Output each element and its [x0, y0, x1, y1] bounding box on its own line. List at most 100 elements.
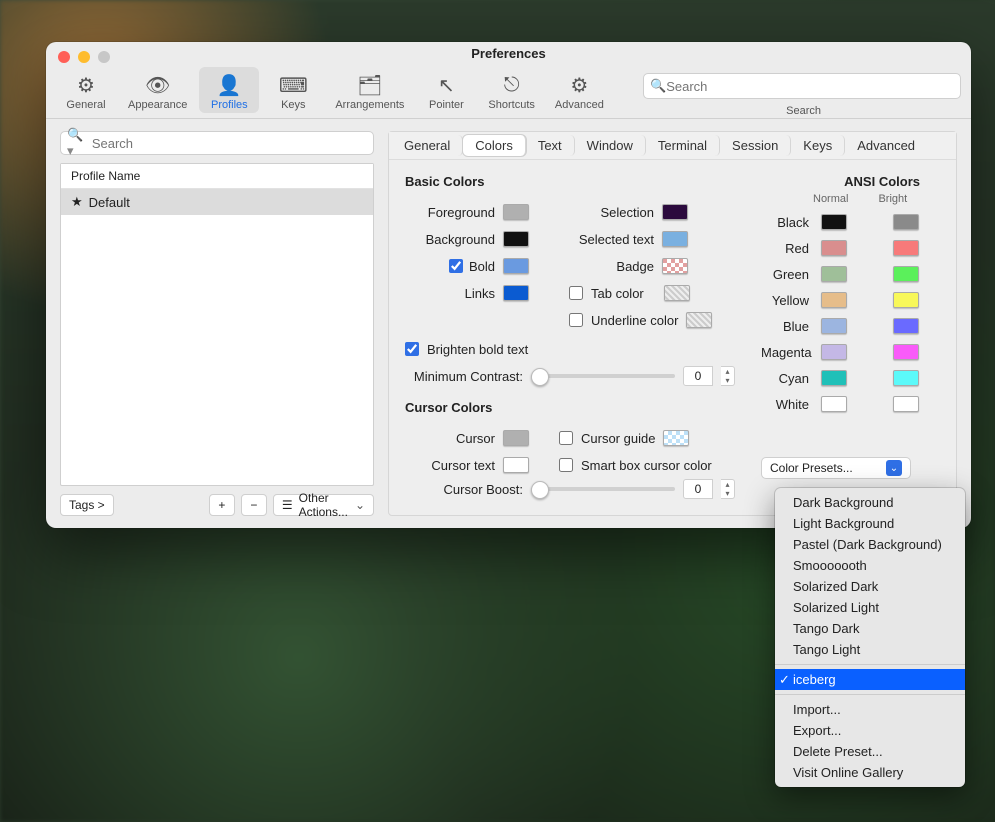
titlebar: Preferences [46, 42, 971, 65]
profile-tabs: General Colors Text Window Terminal Sess… [389, 132, 956, 160]
color-presets-menu: Dark BackgroundLight BackgroundPastel (D… [775, 488, 965, 787]
basic-colors-title: Basic Colors [405, 174, 735, 189]
preset-solarized-light[interactable]: Solarized Light [775, 597, 965, 618]
tab-window[interactable]: Window [575, 135, 646, 156]
cursor-boost-value[interactable]: 0 [683, 479, 713, 499]
profile-search[interactable]: 🔍▾ [60, 131, 374, 155]
window-title: Preferences [471, 46, 545, 61]
ansi-black-bright[interactable] [893, 214, 919, 230]
preset-iceberg[interactable]: iceberg [775, 669, 965, 690]
toolbar-profiles[interactable]: 👤Profiles [199, 67, 259, 113]
profile-list-header: Profile Name [61, 164, 373, 189]
ansi-white-normal[interactable] [821, 396, 847, 412]
toolbar-search-input[interactable] [666, 79, 954, 94]
keyboard-icon: ⌨ [279, 73, 308, 97]
ansi-blue-normal[interactable] [821, 318, 847, 334]
tab-session[interactable]: Session [720, 135, 791, 156]
zoom-icon[interactable] [98, 51, 110, 63]
chevron-down-icon: ⌄ [886, 460, 902, 476]
ansi-white-bright[interactable] [893, 396, 919, 412]
min-contrast-slider[interactable] [531, 374, 675, 378]
ansi-red-normal[interactable] [821, 240, 847, 256]
ansi-blue-bright[interactable] [893, 318, 919, 334]
add-profile-button[interactable]: + [209, 494, 235, 516]
tab-general[interactable]: General [392, 135, 463, 156]
close-icon[interactable] [58, 51, 70, 63]
preset-light-background[interactable]: Light Background [775, 513, 965, 534]
ansi-magenta-normal[interactable] [821, 344, 847, 360]
cursor-guide-swatch[interactable] [663, 430, 689, 446]
preset-pastel-dark-background-[interactable]: Pastel (Dark Background) [775, 534, 965, 555]
ansi-cyan-bright[interactable] [893, 370, 919, 386]
tab-terminal[interactable]: Terminal [646, 135, 720, 156]
remove-profile-button[interactable]: − [241, 494, 267, 516]
selected-text-swatch[interactable] [662, 231, 688, 247]
ansi-green-normal[interactable] [821, 266, 847, 282]
links-swatch[interactable] [503, 285, 529, 301]
ansi-yellow-normal[interactable] [821, 292, 847, 308]
brighten-checkbox[interactable] [405, 342, 419, 356]
tab-colors[interactable]: Colors [463, 135, 526, 156]
actions-icon: ☰ [282, 498, 293, 512]
gears-icon: ⚙ [570, 73, 588, 97]
toolbar-general[interactable]: ⚙General [56, 67, 116, 113]
ansi-title: ANSI Colors [761, 174, 940, 189]
cursor-text-swatch[interactable] [503, 457, 529, 473]
foreground-swatch[interactable] [503, 204, 529, 220]
preset-tango-dark[interactable]: Tango Dark [775, 618, 965, 639]
profile-search-input[interactable] [92, 136, 367, 151]
ansi-yellow-bright[interactable] [893, 292, 919, 308]
ansi-black-normal[interactable] [821, 214, 847, 230]
ansi-cyan-normal[interactable] [821, 370, 847, 386]
background-swatch[interactable] [503, 231, 529, 247]
cursor-boost-slider[interactable] [531, 487, 675, 491]
tab-color-checkbox[interactable] [569, 286, 583, 300]
toolbar-appearance[interactable]: 👁Appearance [120, 67, 195, 113]
bold-swatch[interactable] [503, 258, 529, 274]
toolbar-keys[interactable]: ⌨Keys [263, 67, 323, 113]
preset-tango-light[interactable]: Tango Light [775, 639, 965, 660]
preset-dark-background[interactable]: Dark Background [775, 492, 965, 513]
gear-icon: ⚙ [77, 73, 95, 97]
underline-swatch[interactable] [686, 312, 712, 328]
person-icon: 👤 [217, 73, 242, 97]
star-icon: ★ [71, 194, 83, 210]
ansi-red-bright[interactable] [893, 240, 919, 256]
preset-action-import-[interactable]: Import... [775, 699, 965, 720]
toolbar-arrangements[interactable]: 🗂Arrangements [327, 67, 412, 113]
preset-solarized-dark[interactable]: Solarized Dark [775, 576, 965, 597]
smart-box-checkbox[interactable] [559, 458, 573, 472]
preset-action-export-[interactable]: Export... [775, 720, 965, 741]
minimize-icon[interactable] [78, 51, 90, 63]
min-contrast-value[interactable]: 0 [683, 366, 713, 386]
tab-advanced[interactable]: Advanced [845, 135, 927, 156]
color-presets-dropdown[interactable]: Color Presets... ⌄ [761, 457, 911, 479]
ansi-magenta-bright[interactable] [893, 344, 919, 360]
min-contrast-stepper[interactable]: ▴▾ [721, 366, 735, 386]
search-icon: 🔍 [650, 78, 666, 94]
badge-swatch[interactable] [662, 258, 688, 274]
other-actions-dropdown[interactable]: ☰Other Actions... [273, 494, 374, 516]
ansi-green-bright[interactable] [893, 266, 919, 282]
toolbar-advanced[interactable]: ⚙Advanced [547, 67, 612, 113]
preset-action-delete-preset-[interactable]: Delete Preset... [775, 741, 965, 762]
bold-checkbox[interactable] [449, 259, 463, 273]
tab-keys[interactable]: Keys [791, 135, 845, 156]
toolbar-pointer[interactable]: ↖Pointer [416, 67, 476, 113]
preset-action-visit-online-gallery[interactable]: Visit Online Gallery [775, 762, 965, 783]
toolbar-search[interactable]: 🔍 [643, 73, 961, 99]
cursor-guide-checkbox[interactable] [559, 431, 573, 445]
preset-smooooooth[interactable]: Smooooooth [775, 555, 965, 576]
selection-swatch[interactable] [662, 204, 688, 220]
search-icon: 🔍▾ [67, 127, 88, 159]
tab-text[interactable]: Text [526, 135, 575, 156]
toolbar-shortcuts[interactable]: ⎋Shortcuts [480, 67, 542, 113]
underline-checkbox[interactable] [569, 313, 583, 327]
profile-row-default[interactable]: ★ Default [61, 189, 373, 215]
cursor-swatch[interactable] [503, 430, 529, 446]
tags-button[interactable]: Tags > [60, 494, 114, 516]
cursor-colors-title: Cursor Colors [405, 400, 735, 415]
tab-color-swatch[interactable] [664, 285, 690, 301]
toolbar: ⚙General 👁Appearance 👤Profiles ⌨Keys 🗂Ar… [46, 65, 971, 119]
cursor-boost-stepper[interactable]: ▴▾ [721, 479, 735, 499]
